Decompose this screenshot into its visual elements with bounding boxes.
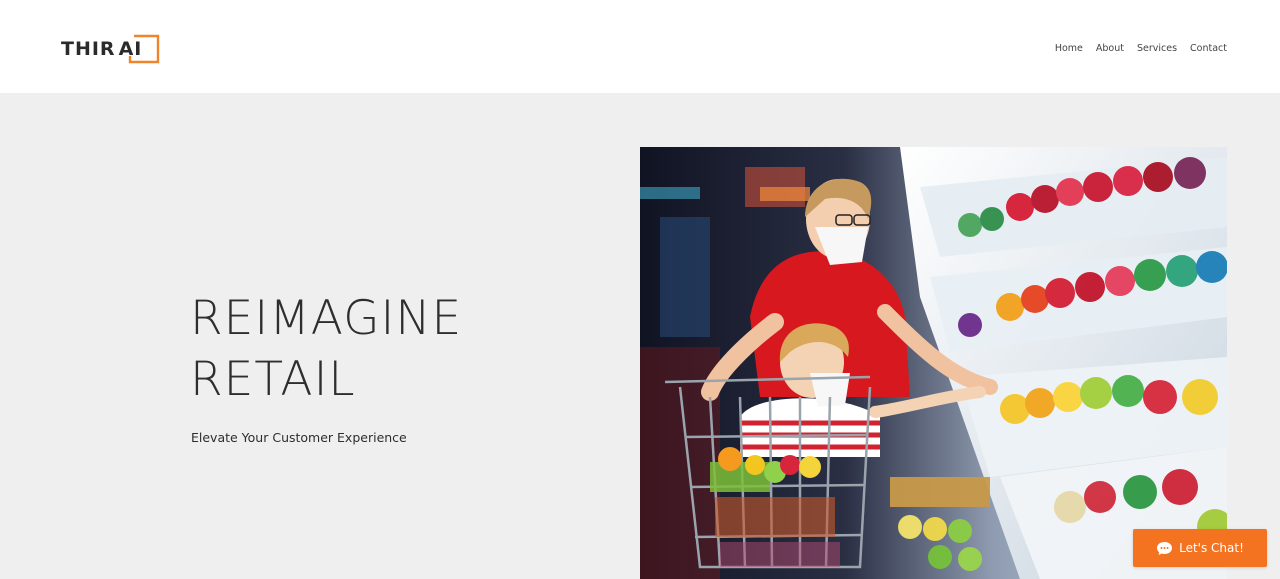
logo-boxed-mark: AI	[118, 34, 160, 64]
main-nav: Home About Services Contact	[1055, 42, 1227, 56]
site-logo[interactable]: THIR AI	[61, 34, 160, 64]
hero-title-line-1: REIMAGINE	[190, 291, 463, 346]
chat-bubble-icon	[1157, 541, 1173, 555]
site-header: THIR AI Home About Services Contact	[0, 0, 1280, 93]
logo-frame-icon	[128, 34, 159, 64]
hero-title-line-2: RETAIL	[190, 352, 356, 407]
shopping-scene-illustration	[640, 147, 1227, 579]
lets-chat-label: Let's Chat!	[1179, 541, 1244, 555]
nav-contact-link[interactable]: Contact	[1190, 42, 1227, 56]
hero-image	[640, 147, 1227, 579]
nav-about-link[interactable]: About	[1096, 42, 1124, 56]
hero-title: REIMAGINE RETAIL	[190, 288, 462, 410]
nav-home-link[interactable]: Home	[1055, 42, 1083, 56]
lets-chat-button[interactable]: Let's Chat!	[1133, 529, 1267, 567]
nav-services-link[interactable]: Services	[1137, 42, 1177, 56]
hero-subtitle: Elevate Your Customer Experience	[191, 430, 407, 445]
logo-text: THIR	[61, 38, 116, 60]
